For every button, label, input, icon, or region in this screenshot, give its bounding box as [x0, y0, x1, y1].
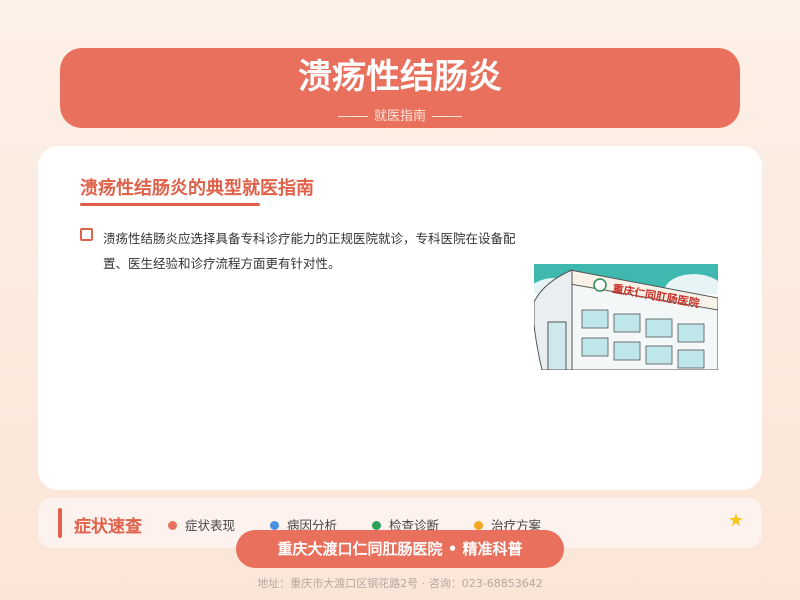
- page-subtitle: 就医指南: [60, 105, 740, 124]
- heading-underline: [80, 203, 260, 206]
- hospital-badge: 重庆大渡口仁同肛肠医院 • 精准科普: [236, 530, 564, 568]
- star-icon: ★: [727, 510, 744, 531]
- subtitle-left-dash: [337, 116, 368, 117]
- bar-accent: [58, 508, 62, 538]
- content-card: 溃疡性结肠炎的典型就医指南 溃疡性结肠炎应选择具备专科诊疗能力的正规医院就诊，专…: [38, 146, 762, 490]
- card-heading: 溃疡性结肠炎的典型就医指南: [80, 178, 314, 199]
- bar-label: 症状速查: [74, 517, 142, 537]
- dot-icon: [270, 521, 279, 530]
- tag-symptoms[interactable]: 症状表现: [168, 515, 235, 534]
- footer-address: 地址：重庆市大渡口区钢花路2号 · 咨询：023-68853642: [257, 577, 543, 590]
- page-title: 溃疡性结肠炎: [298, 57, 502, 97]
- tag-label: 症状表现: [185, 518, 236, 533]
- hospital-logo-icon: [593, 278, 607, 292]
- dot-icon: [372, 521, 381, 530]
- checkbox-icon: [80, 228, 93, 241]
- header-banner: 溃疡性结肠炎 就医指南: [60, 48, 740, 128]
- list-item-text: 溃疡性结肠炎应选择具备专科诊疗能力的正规医院就诊，专科医院在设备配置、医生经验和…: [103, 231, 516, 271]
- list-item: 溃疡性结肠炎应选择具备专科诊疗能力的正规医院就诊，专科医院在设备配置、医生经验和…: [80, 226, 520, 276]
- subtitle-right-dash: [432, 116, 462, 117]
- hospital-building-illustration: 重庆仁同肛肠医院: [534, 264, 718, 370]
- dot-icon: [474, 521, 483, 530]
- subtitle-text: 就医指南: [373, 109, 426, 124]
- dot-icon: [168, 521, 177, 530]
